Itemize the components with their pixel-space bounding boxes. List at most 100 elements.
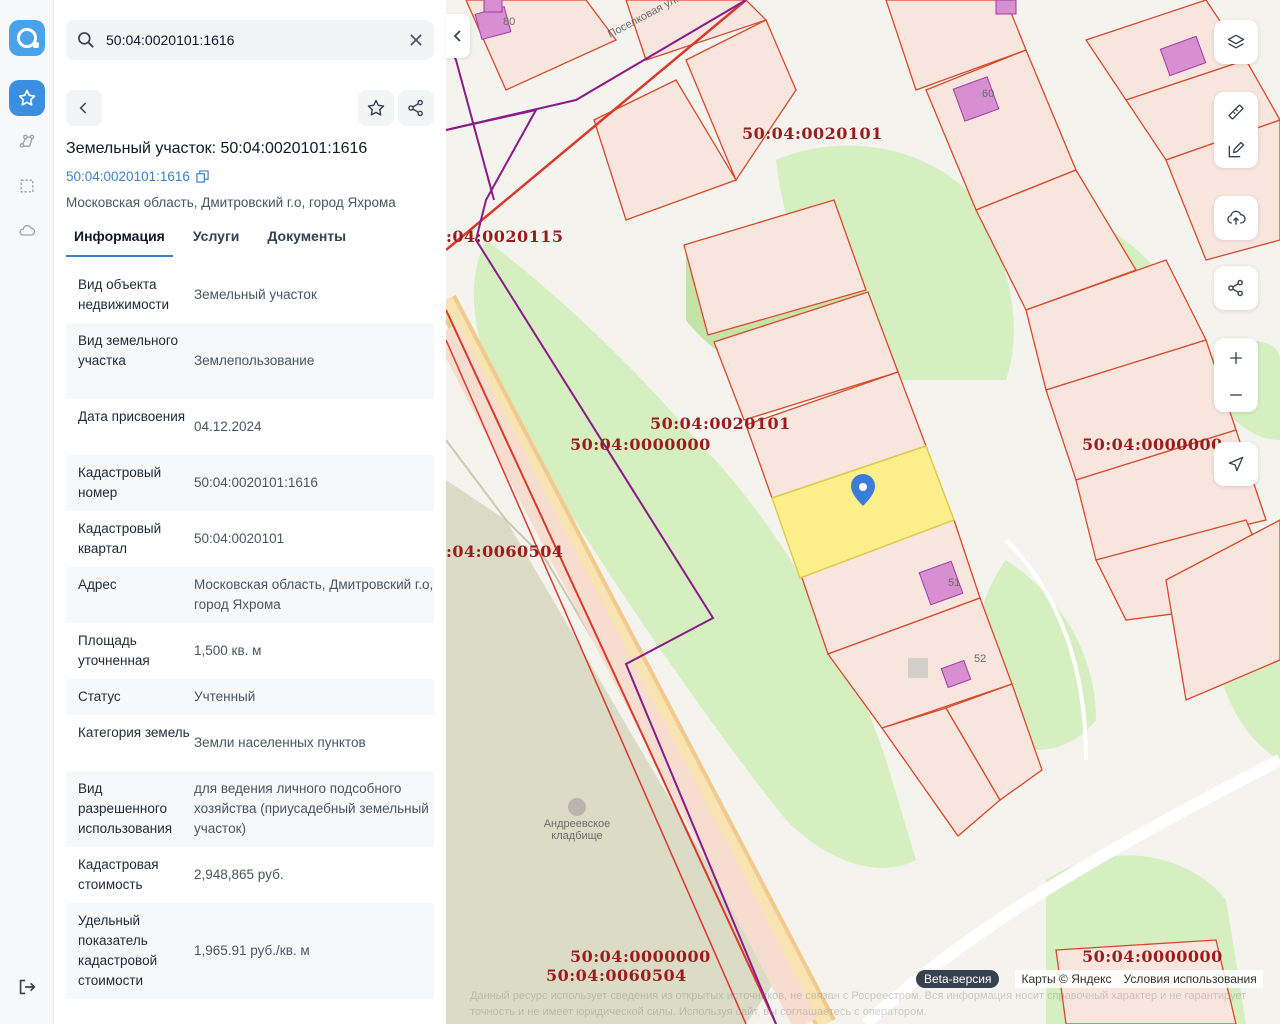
property-row: Вид разрешенного использования для ведени… — [66, 771, 434, 847]
property-value: 1,500 кв. м — [194, 643, 262, 658]
quarter-label: 50:04:0020101 — [650, 414, 791, 433]
zoom-in-button[interactable] — [1214, 338, 1258, 378]
star-icon — [367, 99, 385, 116]
chevron-left-icon — [453, 30, 461, 42]
property-key: Кадастровый квартал — [78, 521, 162, 556]
search-input[interactable] — [106, 30, 396, 50]
edit-icon — [1228, 141, 1245, 158]
property-key: Категория земель — [78, 725, 190, 740]
cadastral-number-text[interactable]: 50:04:0020101:1616 — [66, 169, 190, 184]
quarter-label: 50:04:0000000 — [570, 947, 711, 966]
property-key: Дата присвоения — [78, 409, 186, 424]
quarter-label: :04:0060504 — [446, 542, 564, 561]
property-key: Кадастровый номер — [78, 465, 162, 500]
tab-information[interactable]: Информация — [66, 225, 173, 257]
app-logo[interactable] — [9, 20, 45, 56]
locate-button[interactable] — [1214, 442, 1258, 486]
ruler-button[interactable] — [1214, 92, 1258, 132]
measure-tools — [1214, 92, 1258, 168]
quarter-label: 50:04:0060504 — [546, 966, 687, 985]
map-disclaimer: Данный ресурс использует сведения из отк… — [470, 990, 1247, 1018]
quarter-label: 50:04:0000000 — [1082, 435, 1223, 454]
tab-services[interactable]: Услуги — [185, 225, 248, 257]
property-value: 50:04:0020101 — [194, 531, 285, 546]
plot-number: 80 — [503, 16, 516, 28]
routes-rail-button[interactable] — [9, 124, 45, 160]
property-value: 04.12.2024 — [194, 419, 262, 434]
search-bar — [66, 20, 434, 60]
ruler-icon — [1228, 104, 1244, 120]
property-row: Статус Учтенный — [66, 679, 434, 715]
property-row: Адрес Московская область, Дмитровский г.о… — [66, 567, 434, 623]
property-row: Площадь уточненная 1,500 кв. м — [66, 623, 434, 679]
property-key: Адрес — [78, 577, 117, 592]
property-row: Удельный показатель кадастровой стоимост… — [66, 903, 434, 999]
property-value: Земельный участок — [194, 287, 317, 302]
quarter-label: :04:0020115 — [446, 227, 564, 246]
property-row: Категория земель Земли населенных пунктов — [66, 715, 434, 771]
zoom-out-button[interactable] — [1214, 378, 1258, 412]
property-key: Вид объекта недвижимости — [78, 277, 170, 312]
property-value: 2,948,865 руб. — [194, 867, 284, 882]
property-value: Земли населенных пунктов — [194, 735, 366, 750]
property-key: Площадь уточненная — [78, 633, 150, 668]
layers-button[interactable] — [1214, 20, 1258, 64]
property-key: Удельный показатель кадастровой стоимост… — [78, 913, 158, 988]
info-panel: Земельный участок: 50:04:0020101:1616 50… — [54, 0, 446, 1024]
search-icon — [78, 32, 94, 48]
property-value: Московская область, Дмитровский г.о, гор… — [194, 577, 434, 612]
property-row: Вид земельного участка Землепользование — [66, 323, 434, 399]
layers-icon — [1227, 34, 1245, 49]
clear-search-button[interactable] — [406, 30, 426, 50]
share-icon — [408, 99, 423, 117]
property-row: Кадастровый квартал 50:04:0020101 — [66, 511, 434, 567]
draw-button[interactable] — [1214, 132, 1258, 168]
plus-icon — [1230, 352, 1242, 364]
tab-documents[interactable]: Документы — [259, 225, 354, 257]
property-value: Землепользование — [194, 353, 315, 368]
map-canvas — [446, 0, 1280, 1024]
upload-button[interactable] — [1214, 196, 1258, 240]
locate-tool — [1214, 442, 1258, 486]
property-row: Вид объекта недвижимости Земельный участо… — [66, 267, 434, 323]
property-row: Дата присвоения 04.12.2024 — [66, 399, 434, 455]
quarter-label: 50:04:0000000 — [1082, 947, 1223, 966]
property-row: Кадастровый номер 50:04:0020101:1616 — [66, 455, 434, 511]
info-tabs: Информация Услуги Документы — [66, 225, 366, 257]
property-key: Вид земельного участка — [78, 333, 179, 368]
back-button[interactable] — [66, 90, 102, 126]
selection-rail-button[interactable] — [9, 168, 45, 204]
zoom-controls — [1214, 338, 1258, 412]
favorite-button[interactable] — [358, 90, 394, 126]
plot-number: 52 — [974, 653, 987, 665]
properties-table: Вид объекта недвижимости Земельный участо… — [66, 267, 434, 999]
map-copyright[interactable]: Карты © Яндекс — [1015, 970, 1118, 988]
dashed-square-icon — [20, 179, 34, 193]
logout-icon[interactable] — [16, 976, 38, 998]
map-share-button[interactable] — [1214, 266, 1258, 310]
property-value: 1,965.91 руб./кв. м — [194, 943, 310, 958]
property-row: Кадастровая стоимость 2,948,865 руб. — [66, 847, 434, 903]
cadastral-map[interactable]: Поселковая ул. 50:04:0020101 :04:0020115… — [446, 0, 1280, 1024]
terms-link[interactable]: Условия использования — [1117, 970, 1263, 988]
cloud-rail-button[interactable] — [9, 212, 45, 248]
share-icon — [1228, 279, 1243, 297]
share-button[interactable] — [398, 90, 434, 126]
property-value: 50:04:0020101:1616 — [194, 475, 318, 490]
property-key: Кадастровая стоимость — [78, 857, 159, 892]
collapse-panel-button[interactable] — [446, 14, 470, 58]
favorites-rail-button[interactable] — [9, 80, 45, 116]
cadastral-number-link[interactable]: 50:04:0020101:1616 — [66, 169, 209, 184]
star-icon — [18, 89, 36, 106]
left-rail — [0, 0, 54, 1024]
layers-tool — [1214, 20, 1258, 64]
quarter-label: 50:04:0000000 — [570, 435, 711, 454]
minus-icon — [1230, 394, 1242, 396]
navigation-arrow-icon — [1228, 456, 1244, 472]
cemetery-poi[interactable]: Андреевское кладбище — [532, 798, 622, 842]
beta-badge: Beta-версия — [916, 970, 1000, 988]
property-value: Учтенный — [194, 689, 256, 704]
nodes-icon — [19, 134, 35, 148]
copy-icon[interactable] — [196, 170, 209, 183]
plot-number: 60 — [982, 88, 995, 100]
